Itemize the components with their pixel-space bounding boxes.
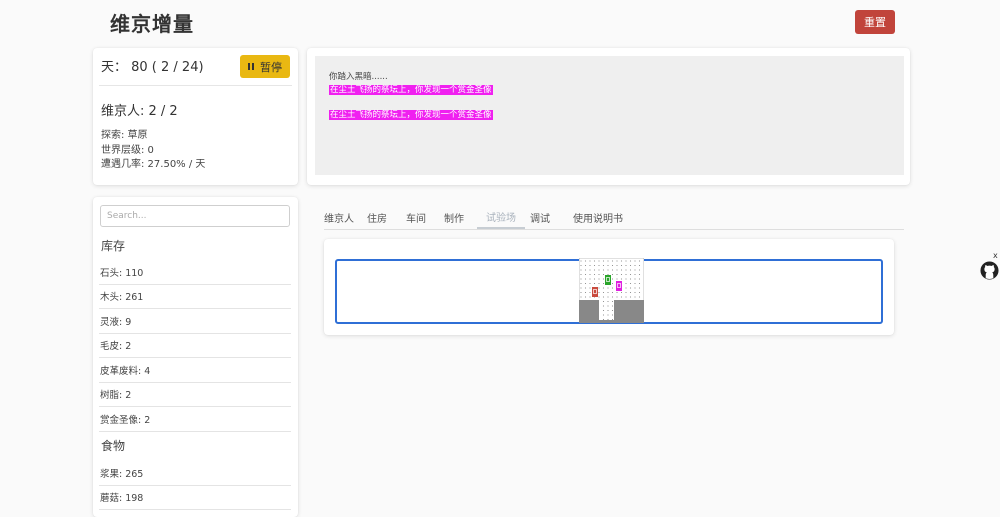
day-counter: 天： 80 ( 2 / 24)	[101, 60, 204, 75]
unit-marker[interactable]	[605, 275, 611, 285]
grid-map[interactable]	[579, 258, 644, 323]
inventory-item: 石头: 110	[99, 260, 291, 285]
log-line-text: 在尘土飞扬的祭坛上，你发现一个赏金圣像	[329, 109, 493, 120]
event-log: 你踏入黑暗...... 在尘土飞扬的祭坛上，你发现一个赏金圣像 在尘土飞扬的祭坛上，…	[315, 56, 904, 175]
divider	[99, 85, 292, 86]
app-title: 维京增量	[110, 12, 194, 36]
test-field-frame[interactable]	[335, 258, 883, 324]
log-line-text: 在尘土飞扬的祭坛上，你发现一个赏金圣像	[329, 84, 493, 95]
tab-5[interactable]: 调试	[525, 206, 555, 228]
inventory-panel: 库存 石头: 110木头: 261灵液: 9毛皮: 2皮革废料: 4树脂: 2赏…	[93, 197, 298, 517]
inventory-item: 毛皮: 2	[99, 334, 291, 358]
reset-button[interactable]: 重置	[855, 10, 895, 34]
close-icon[interactable]: x	[993, 251, 998, 260]
log-line: 在尘土飞扬的祭坛上，你发现一个赏金圣像	[329, 84, 493, 97]
pause-label: 暂停	[260, 60, 282, 74]
tab-1[interactable]: 住房	[362, 206, 392, 228]
tab-4[interactable]: 试验场	[477, 206, 525, 229]
github-icon[interactable]	[980, 261, 999, 280]
inventory-item: 蘑菇: 198	[99, 486, 291, 510]
tab-bar: 维京人 住房 车间 制作 试验场 调试 使用说明书	[324, 206, 904, 230]
log-line: 在尘土飞扬的祭坛上，你发现一个赏金圣像	[329, 109, 493, 122]
stock-list: 石头: 110 木头: 261 灵液: 9 毛皮: 2 皮革废料: 4 树脂: 2 赏金圣像…	[99, 260, 291, 432]
food-heading: 食物	[101, 439, 126, 453]
log-line: 你踏入黑暗......	[329, 71, 493, 84]
search-input[interactable]	[100, 205, 290, 227]
event-log-panel: 你踏入黑暗...... 在尘土飞扬的祭坛上，你发现一个赏金圣像 在尘土飞扬的祭坛上，…	[307, 48, 910, 185]
pause-button[interactable]: 暂停	[240, 55, 290, 78]
tab-6[interactable]: 使用说明书	[563, 206, 633, 228]
encounter-rate-text: 遭遇几率: 27.50% / 天	[101, 159, 206, 170]
test-field-panel	[324, 239, 894, 335]
inventory-item: 赏金圣像: 2	[99, 407, 291, 432]
villager-count: 维京人: 2 / 2	[101, 104, 178, 119]
explore-text: 探索: 草原	[101, 130, 148, 141]
inventory-item: 灵液: 9	[99, 309, 291, 334]
inventory-item: 木头: 261	[99, 285, 291, 309]
unit-marker[interactable]	[616, 281, 622, 291]
unit-marker[interactable]	[592, 287, 598, 297]
stock-heading: 库存	[101, 239, 126, 253]
tab-0[interactable]: 维京人	[324, 206, 354, 228]
log-line-text: 你踏入黑暗......	[329, 72, 388, 82]
inventory-item: 皮革废料: 4	[99, 358, 291, 383]
food-list: 浆果: 265 蘑菇: 198	[99, 461, 291, 510]
tab-3[interactable]: 制作	[439, 206, 469, 228]
status-panel: 天： 80 ( 2 / 24) 暂停 维京人: 2 / 2 探索: 草原 世界层…	[93, 48, 298, 185]
tab-2[interactable]: 车间	[401, 206, 431, 228]
status-info: 探索: 草原 世界层级: 0 遭遇几率: 27.50% / 天	[101, 129, 205, 173]
inventory-item: 浆果: 265	[99, 461, 291, 486]
inventory-item: 树脂: 2	[99, 383, 291, 407]
world-level-text: 世界层级: 0	[101, 144, 154, 156]
log-lines: 你踏入黑暗...... 在尘土飞扬的祭坛上，你发现一个赏金圣像 在尘土飞扬的祭坛上，…	[329, 71, 493, 121]
pause-icon	[248, 63, 254, 70]
